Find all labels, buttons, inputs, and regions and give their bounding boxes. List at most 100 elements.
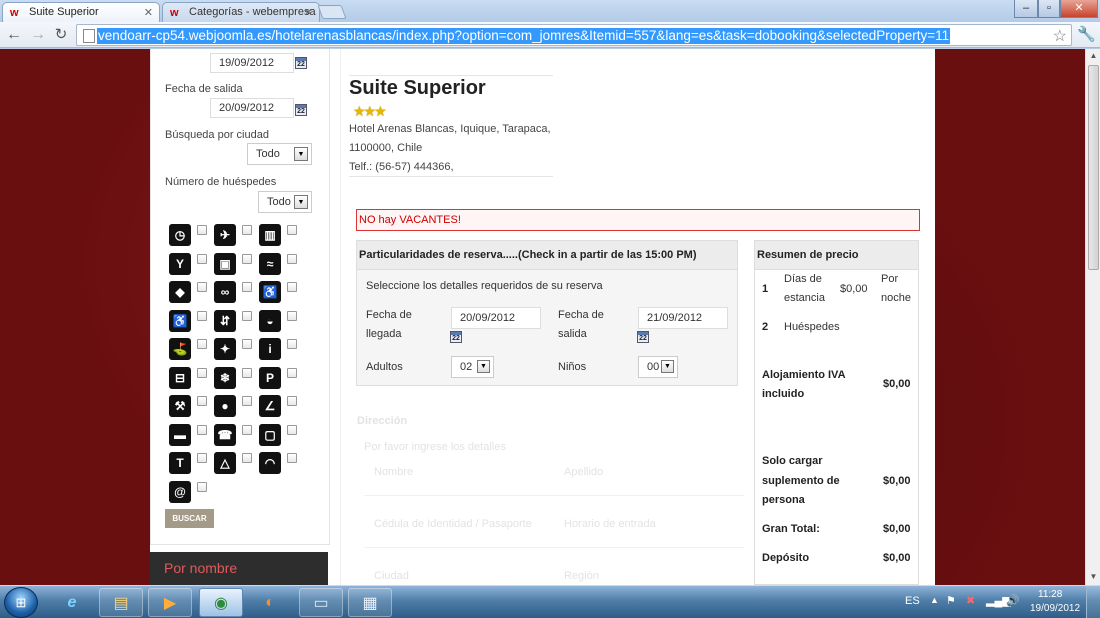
- feature-checkbox[interactable]: [287, 225, 297, 235]
- close-window-button[interactable]: ✕: [1060, 0, 1098, 18]
- feature-checkbox[interactable]: [197, 367, 207, 378]
- feature-checkbox[interactable]: [287, 310, 297, 321]
- feature-checkbox[interactable]: [197, 310, 207, 321]
- volume-icon[interactable]: 🔊: [1006, 594, 1020, 607]
- children-select[interactable]: 00 ▼: [638, 356, 678, 378]
- feature-checkbox[interactable]: [242, 396, 252, 406]
- feature-checkbox[interactable]: [242, 310, 252, 321]
- feature-checkbox[interactable]: [242, 339, 252, 349]
- close-tab-icon[interactable]: ✕: [304, 6, 313, 19]
- search-sidebar: 19/09/2012 22 Fecha de salida 20/09/2012…: [150, 49, 330, 545]
- tray-expand-icon[interactable]: ▲: [930, 595, 939, 605]
- chrome-icon[interactable]: ◉: [199, 588, 243, 617]
- tab-categorias[interactable]: w Categorías - webempresa ✕: [162, 2, 320, 22]
- maximize-button[interactable]: ▫: [1038, 0, 1060, 18]
- feature-checkbox[interactable]: [242, 367, 252, 378]
- feature-checkbox[interactable]: [197, 253, 207, 264]
- back-icon[interactable]: ←: [4, 25, 24, 45]
- forward-icon[interactable]: →: [28, 25, 48, 45]
- address-bar[interactable]: vendoarr-cp54.webjoomla.es/hotelarenasbl…: [76, 24, 1072, 46]
- feature-checkbox[interactable]: [197, 396, 207, 406]
- name-field-label[interactable]: Nombre: [374, 466, 413, 478]
- arrival-date-input[interactable]: 20/09/2012: [451, 307, 541, 329]
- search-by-name-header[interactable]: Por nombre: [150, 552, 328, 585]
- city-field-label[interactable]: Ciudad: [374, 570, 409, 582]
- arrival-time-field-label[interactable]: Horario de entrada: [564, 518, 656, 530]
- webempresa-favicon-icon: w: [170, 7, 179, 19]
- reload-icon[interactable]: ↻: [51, 25, 71, 45]
- feature-checkbox[interactable]: [242, 225, 252, 235]
- feature-checkbox[interactable]: [197, 453, 207, 463]
- minimize-button[interactable]: –: [1014, 0, 1038, 18]
- arrival-date-input[interactable]: 19/09/2012: [210, 53, 294, 73]
- feature-checkbox[interactable]: [197, 481, 207, 492]
- id-card-field-label[interactable]: Cédula de Identidad / Pasaporte: [374, 518, 532, 530]
- feature-checkbox[interactable]: [287, 339, 297, 349]
- address-section-title: Dirección: [357, 415, 408, 427]
- tab-title: Categorías - webempresa: [189, 6, 316, 18]
- file-explorer-icon[interactable]: ▤: [99, 588, 143, 617]
- city-select[interactable]: Todo ▼: [247, 143, 312, 165]
- feature-checkbox[interactable]: [287, 282, 297, 292]
- adults-select[interactable]: 02 ▼: [451, 356, 494, 378]
- calendar-icon[interactable]: 22: [295, 104, 307, 116]
- cocktail-icon: Y: [169, 252, 191, 275]
- vertical-scrollbar[interactable]: ▲ ▼: [1085, 49, 1100, 585]
- feature-checkbox[interactable]: [287, 424, 297, 435]
- beach-icon: △: [214, 452, 236, 474]
- surname-field-label[interactable]: Apellido: [564, 466, 603, 478]
- departure-date-input[interactable]: 21/09/2012: [638, 307, 728, 329]
- guests-select[interactable]: Todo ▼: [258, 191, 312, 213]
- feature-checkbox[interactable]: [287, 453, 297, 463]
- close-tab-icon[interactable]: ✕: [144, 6, 153, 19]
- name-field-underline: [364, 495, 554, 496]
- scrollbar-thumb[interactable]: [1088, 65, 1099, 270]
- feature-checkbox[interactable]: [287, 367, 297, 378]
- firefox-icon[interactable]: ◐: [248, 588, 292, 617]
- feature-checkbox[interactable]: [287, 396, 297, 406]
- departure-date-input[interactable]: 20/09/2012: [210, 98, 294, 118]
- clock-time[interactable]: 11:28: [1038, 589, 1062, 600]
- start-button[interactable]: ⊞: [4, 587, 38, 618]
- internet-explorer-icon[interactable]: e: [50, 588, 94, 617]
- departure-label: salida: [558, 328, 587, 340]
- network-warning-icon[interactable]: ✖: [966, 594, 975, 607]
- calendar-icon[interactable]: 22: [295, 57, 307, 69]
- feature-checkbox[interactable]: [287, 253, 297, 264]
- lodging-value: $0,00: [883, 378, 911, 390]
- arrival-label: Fecha de: [366, 309, 412, 321]
- media-player-icon[interactable]: ▶: [148, 588, 192, 617]
- page-content: 19/09/2012 22 Fecha de salida 20/09/2012…: [150, 49, 935, 585]
- city-search-label: Búsqueda por ciudad: [165, 129, 269, 141]
- price-summary-header: Resumen de precio: [755, 241, 918, 270]
- children-label: Niños: [558, 361, 587, 373]
- region-field-label[interactable]: Región: [564, 570, 599, 582]
- calendar-icon[interactable]: 22: [637, 331, 649, 343]
- new-tab-button[interactable]: [317, 5, 347, 19]
- calendar-icon[interactable]: 22: [450, 331, 462, 343]
- url-text[interactable]: vendoarr-cp54.webjoomla.es/hotelarenasbl…: [97, 28, 951, 44]
- search-button[interactable]: BUSCAR: [165, 509, 214, 528]
- tab-suite-superior[interactable]: w Suite Superior ✕: [2, 2, 160, 22]
- feature-checkbox[interactable]: [197, 225, 207, 235]
- restaurant-icon: ●: [214, 395, 236, 417]
- window-app-icon[interactable]: ▭: [299, 588, 343, 617]
- feature-checkbox[interactable]: [242, 282, 252, 292]
- feature-checkbox[interactable]: [242, 453, 252, 463]
- flag-icon[interactable]: ⚑: [946, 594, 956, 607]
- clock-date[interactable]: 19/09/2012: [1030, 603, 1080, 614]
- supplement-label: Solo cargar: [762, 455, 823, 467]
- remote-desktop-icon[interactable]: ▦: [348, 588, 392, 617]
- supplement-label: suplemento de: [762, 475, 840, 487]
- show-desktop-button[interactable]: [1086, 586, 1100, 618]
- scroll-down-icon[interactable]: ▼: [1088, 572, 1099, 583]
- feature-checkbox[interactable]: [197, 424, 207, 435]
- wrench-menu-icon[interactable]: 🔧: [1077, 25, 1096, 43]
- language-indicator[interactable]: ES: [905, 595, 920, 607]
- feature-checkbox[interactable]: [197, 339, 207, 349]
- scroll-up-icon[interactable]: ▲: [1088, 51, 1099, 62]
- bookmark-star-icon[interactable]: ☆: [1053, 26, 1067, 46]
- feature-checkbox[interactable]: [242, 253, 252, 264]
- feature-checkbox[interactable]: [242, 424, 252, 435]
- feature-checkbox[interactable]: [197, 282, 207, 292]
